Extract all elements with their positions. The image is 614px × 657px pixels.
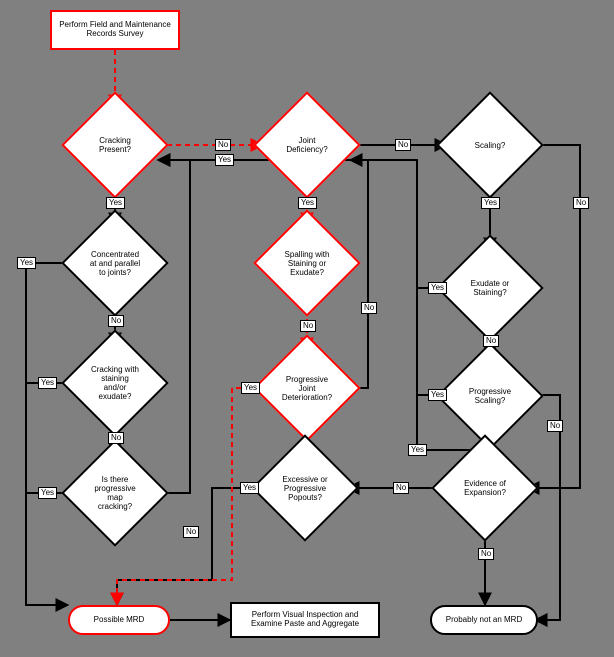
lbl-no: No [215,139,231,151]
node-concentrated-joints: Concentrated at and parallel to joints? [77,225,153,301]
lbl-yes: Yes [38,377,57,389]
node-exudate-staining: Exudate or Staining? [452,250,528,326]
lbl-yes: Yes [481,197,500,209]
label: Perform Field and Maintenance Records Su… [56,21,174,39]
lbl-yes: Yes [215,154,234,166]
node-progressive-scaling: Progressive Scaling? [452,358,528,434]
node-probably-not-mrd: Probably not an MRD [430,605,538,635]
lbl-yes: Yes [17,257,36,269]
node-scaling: Scaling? [452,107,528,183]
lbl-no: No [395,139,411,151]
lbl-no: No [361,302,377,314]
lbl-yes: Yes [428,282,447,294]
node-progressive-joint-det: Progressive Joint Deterioration? [269,350,345,426]
lbl-yes: Yes [298,197,317,209]
node-possible-mrd: Possible MRD [68,605,170,635]
lbl-yes: Yes [428,389,447,401]
lbl-no: No [478,548,494,560]
lbl-no: No [108,315,124,327]
node-cracking-present: Cracking Present? [77,107,153,183]
flowchart-canvas: Perform Field and Maintenance Records Su… [0,0,614,657]
lbl-yes: Yes [106,197,125,209]
lbl-no: No [573,197,589,209]
lbl-no: No [483,335,499,347]
lbl-no: No [183,526,199,538]
node-spalling-staining: Spalling with Staining or Exudate? [269,225,345,301]
lbl-no: No [547,420,563,432]
node-survey: Perform Field and Maintenance Records Su… [50,10,180,50]
node-progressive-map: Is there progressive map cracking? [77,455,153,531]
node-excessive-popouts: Excessive or Progressive Popouts? [267,450,343,526]
lbl-yes: Yes [240,482,259,494]
node-visual-inspection: Perform Visual Inspection and Examine Pa… [230,602,380,638]
node-joint-deficiency: Joint Deficiency? [269,107,345,183]
lbl-yes: Yes [241,382,260,394]
node-cracking-staining: Cracking with staining and/or exudate? [77,345,153,421]
lbl-no: No [300,320,316,332]
lbl-yes: Yes [38,487,57,499]
lbl-no: No [393,482,409,494]
lbl-no: No [108,432,124,444]
node-evidence-expansion: Evidence of Expansion? [447,450,523,526]
lbl-yes: Yes [408,444,427,456]
